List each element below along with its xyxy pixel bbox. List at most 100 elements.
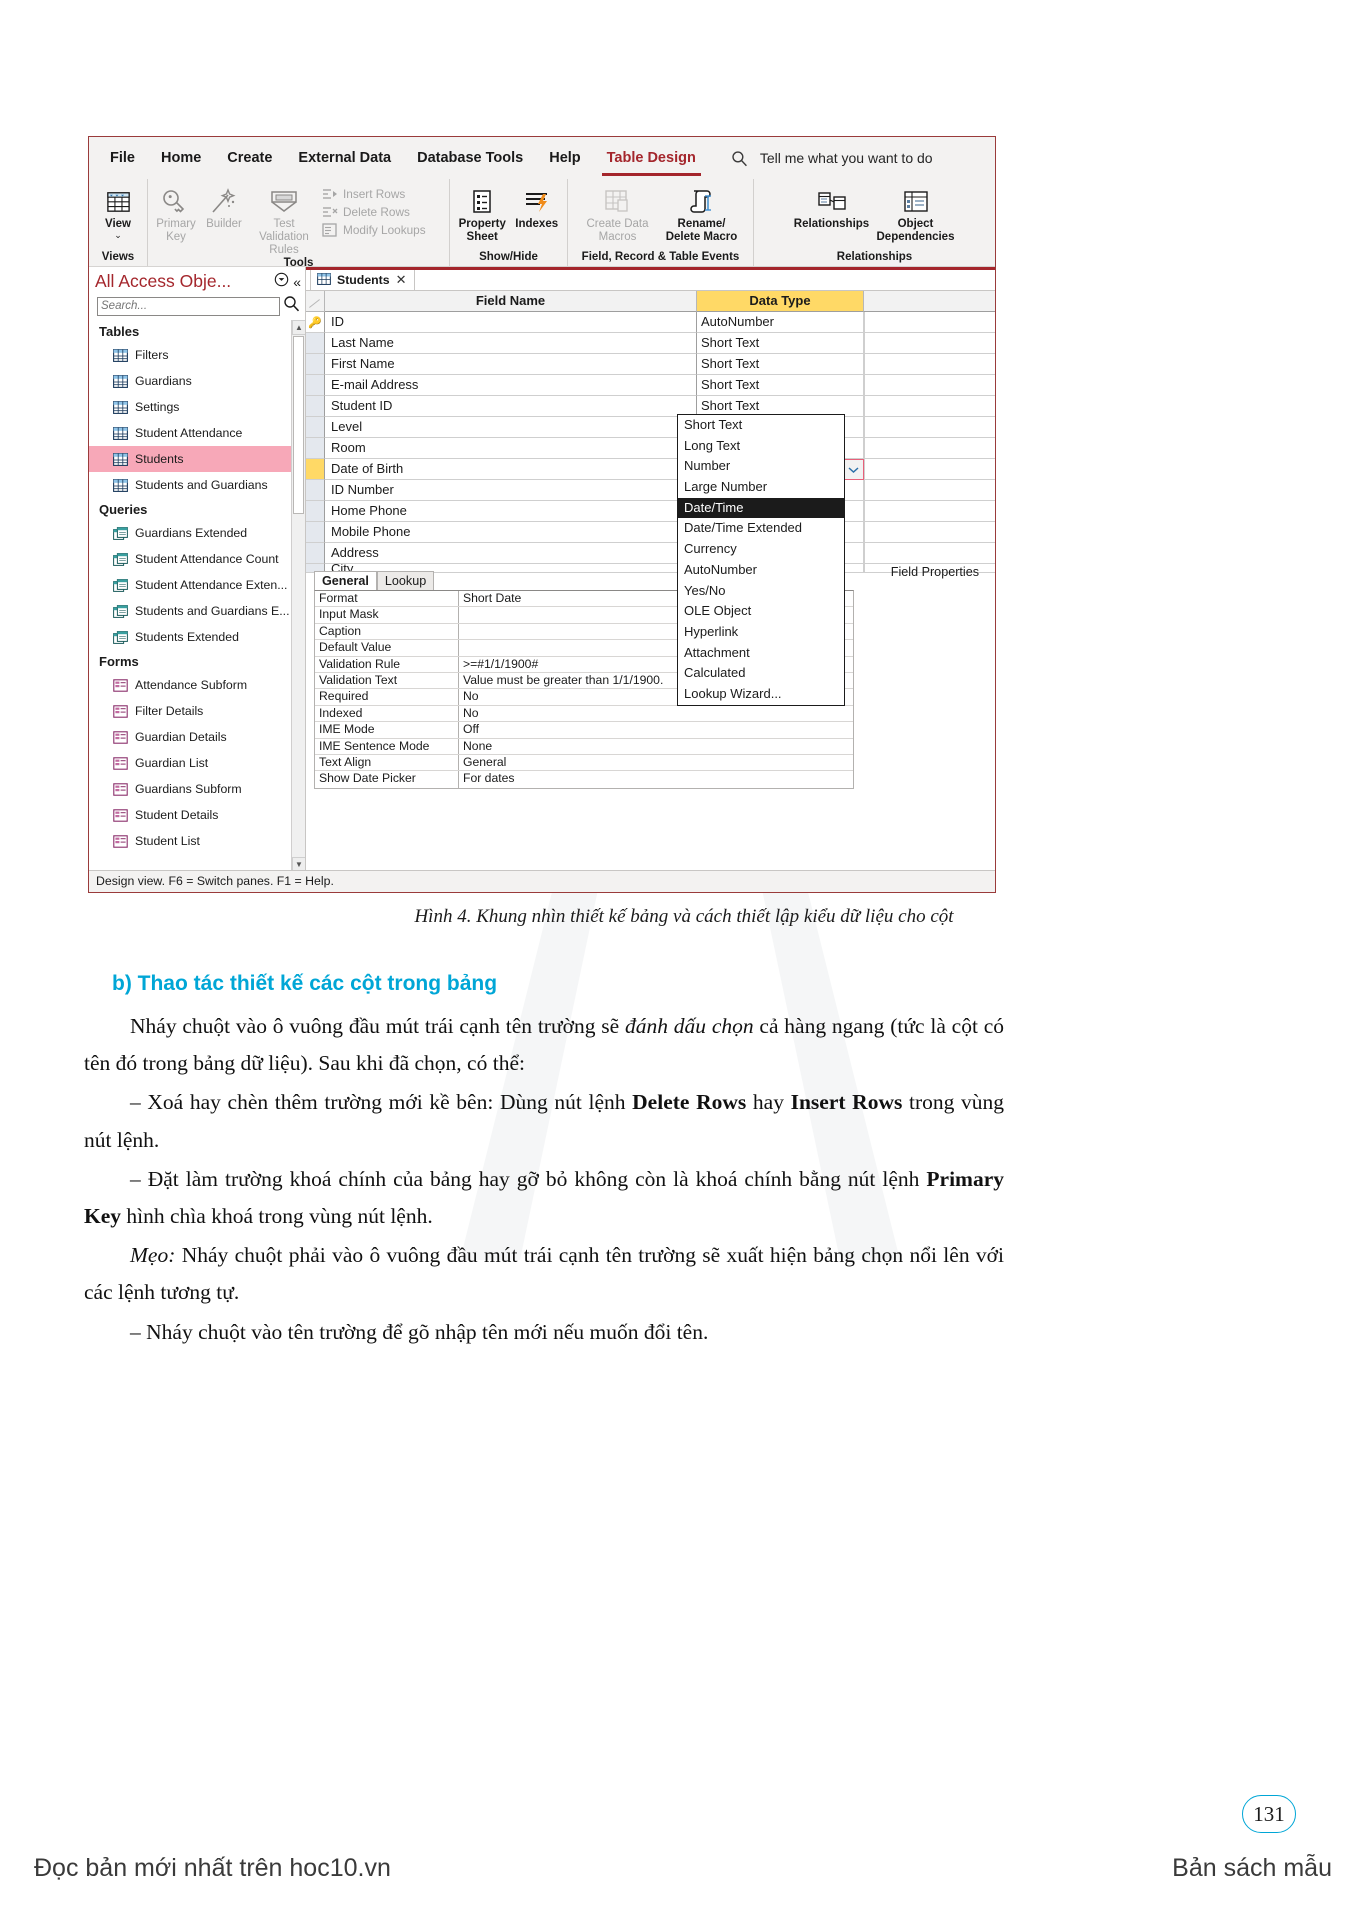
test-validation-rules-button[interactable]: Test Validation Rules: [250, 184, 318, 257]
table-row[interactable]: Last Name Short Text: [306, 333, 995, 354]
dropdown-option-selected[interactable]: Date/Time: [678, 497, 844, 519]
nav-item-student-attendance-extended[interactable]: Student Attendance Exten...: [89, 572, 305, 598]
data-type-dropdown-list[interactable]: Short Text Long Text Number Large Number…: [677, 414, 845, 706]
ribbon-tab-table-design[interactable]: Table Design: [594, 146, 709, 176]
dropdown-option[interactable]: Lookup Wizard...: [678, 684, 844, 705]
row-selector[interactable]: [306, 354, 325, 375]
ribbon-tab-home[interactable]: Home: [148, 146, 214, 170]
builder-button[interactable]: Builder: [202, 184, 246, 231]
chevron-down-icon[interactable]: ⌄: [114, 230, 122, 240]
row-selector[interactable]: 🔑: [306, 312, 325, 333]
nav-item-filter-details[interactable]: Filter Details: [89, 698, 305, 724]
property-value[interactable]: None: [459, 739, 853, 754]
document-tab-students[interactable]: Students ✕: [310, 269, 415, 290]
object-dependencies-button[interactable]: Object Dependencies: [875, 184, 957, 244]
property-row[interactable]: Show Date Picker For dates: [315, 771, 853, 788]
field-name-cell[interactable]: Date of Birth: [325, 459, 697, 480]
description-cell[interactable]: [864, 312, 995, 333]
nav-item-students-and-guardians-extended[interactable]: Students and Guardians E...: [89, 598, 305, 624]
dropdown-option[interactable]: Number: [678, 456, 844, 477]
property-value[interactable]: For dates: [459, 771, 853, 787]
field-name-cell[interactable]: Last Name: [325, 333, 697, 354]
nav-item-student-attendance[interactable]: Student Attendance: [89, 420, 305, 446]
nav-item-guardians-subform[interactable]: Guardians Subform: [89, 776, 305, 802]
table-row[interactable]: First Name Short Text: [306, 354, 995, 375]
description-cell[interactable]: [864, 543, 995, 564]
close-icon[interactable]: ✕: [396, 272, 407, 288]
field-name-cell[interactable]: ID Number: [325, 480, 697, 501]
dropdown-option[interactable]: Date/Time Extended: [678, 518, 844, 539]
navigation-scrollbar[interactable]: ▲ ▼: [291, 320, 305, 872]
nav-item-students[interactable]: Students: [89, 446, 305, 472]
row-selector[interactable]: [306, 480, 325, 501]
ribbon-tab-database-tools[interactable]: Database Tools: [404, 146, 536, 170]
dropdown-option[interactable]: Calculated: [678, 663, 844, 684]
nav-group-forms[interactable]: Forms «: [89, 650, 305, 672]
nav-item-guardian-details[interactable]: Guardian Details: [89, 724, 305, 750]
indexes-button[interactable]: Indexes: [512, 184, 561, 231]
delete-rows-button[interactable]: Delete Rows: [322, 205, 426, 219]
table-row[interactable]: Room Short Text: [306, 438, 995, 459]
description-cell[interactable]: [864, 375, 995, 396]
table-row[interactable]: Mobile Phone: [306, 522, 995, 543]
tab-lookup[interactable]: Lookup: [376, 571, 435, 590]
ribbon-tab-file[interactable]: File: [97, 146, 148, 170]
double-chevron-left-icon[interactable]: «: [293, 275, 301, 289]
field-name-cell[interactable]: Home Phone: [325, 501, 697, 522]
field-name-cell[interactable]: First Name: [325, 354, 697, 375]
table-row[interactable]: ID Number: [306, 480, 995, 501]
magnifier-icon[interactable]: [283, 295, 300, 317]
row-selector[interactable]: [306, 396, 325, 417]
tell-me-box[interactable]: Tell me what you want to do: [731, 150, 933, 167]
field-name-cell[interactable]: Student ID: [325, 396, 697, 417]
nav-item-settings[interactable]: Settings: [89, 394, 305, 420]
property-value[interactable]: No: [459, 706, 853, 721]
property-value[interactable]: General: [459, 755, 853, 770]
description-cell[interactable]: [864, 354, 995, 375]
chevron-down-icon[interactable]: [842, 460, 863, 479]
description-cell[interactable]: [864, 459, 995, 480]
data-type-cell[interactable]: Short Text: [697, 354, 864, 375]
ribbon-tab-external-data[interactable]: External Data: [285, 146, 404, 170]
field-name-cell[interactable]: Mobile Phone: [325, 522, 697, 543]
nav-item-student-details[interactable]: Student Details: [89, 802, 305, 828]
nav-group-tables[interactable]: Tables «: [89, 320, 305, 342]
view-button[interactable]: View ⌄: [95, 184, 141, 240]
nav-item-guardians-extended[interactable]: Guardians Extended: [89, 520, 305, 546]
description-cell[interactable]: [864, 480, 995, 501]
row-selector[interactable]: [306, 501, 325, 522]
nav-item-attendance-subform[interactable]: Attendance Subform: [89, 672, 305, 698]
navigation-object-list[interactable]: Tables « Filters Guardians: [89, 320, 305, 872]
row-selector[interactable]: [306, 522, 325, 543]
insert-rows-button[interactable]: Insert Rows: [322, 187, 426, 201]
chevron-circle-down-icon[interactable]: [274, 272, 289, 292]
dropdown-option[interactable]: Attachment: [678, 643, 844, 664]
description-cell[interactable]: [864, 333, 995, 354]
description-cell[interactable]: [864, 396, 995, 417]
table-row[interactable]: Address: [306, 543, 995, 564]
description-cell[interactable]: [864, 417, 995, 438]
data-type-cell[interactable]: AutoNumber: [697, 312, 864, 333]
dropdown-option[interactable]: AutoNumber: [678, 560, 844, 581]
dropdown-option[interactable]: Currency: [678, 539, 844, 560]
create-data-macros-button[interactable]: Create Data Macros: [579, 184, 657, 244]
table-row-active[interactable]: Date of Birth Date/Time: [306, 459, 995, 480]
nav-group-queries[interactable]: Queries «: [89, 498, 305, 520]
table-row[interactable]: 🔑 ID AutoNumber: [306, 312, 995, 333]
relationships-button[interactable]: Relationships: [793, 184, 871, 231]
row-selector[interactable]: [306, 417, 325, 438]
property-row[interactable]: Text Align General: [315, 754, 853, 772]
primary-key-button[interactable]: Primary Key: [154, 184, 198, 244]
nav-item-guardian-list[interactable]: Guardian List: [89, 750, 305, 776]
field-name-cell[interactable]: ID: [325, 312, 697, 333]
dropdown-option[interactable]: Hyperlink: [678, 622, 844, 643]
field-name-cell[interactable]: Address: [325, 543, 697, 564]
table-row[interactable]: Home Phone: [306, 501, 995, 522]
tab-general[interactable]: General: [314, 571, 377, 590]
nav-item-students-and-guardians[interactable]: Students and Guardians: [89, 472, 305, 498]
property-value[interactable]: Off: [459, 722, 853, 737]
property-row[interactable]: IME Mode Off: [315, 722, 853, 739]
dropdown-option[interactable]: Yes/No: [678, 581, 844, 602]
dropdown-option[interactable]: Large Number: [678, 477, 844, 498]
ribbon-tab-create[interactable]: Create: [214, 146, 285, 170]
